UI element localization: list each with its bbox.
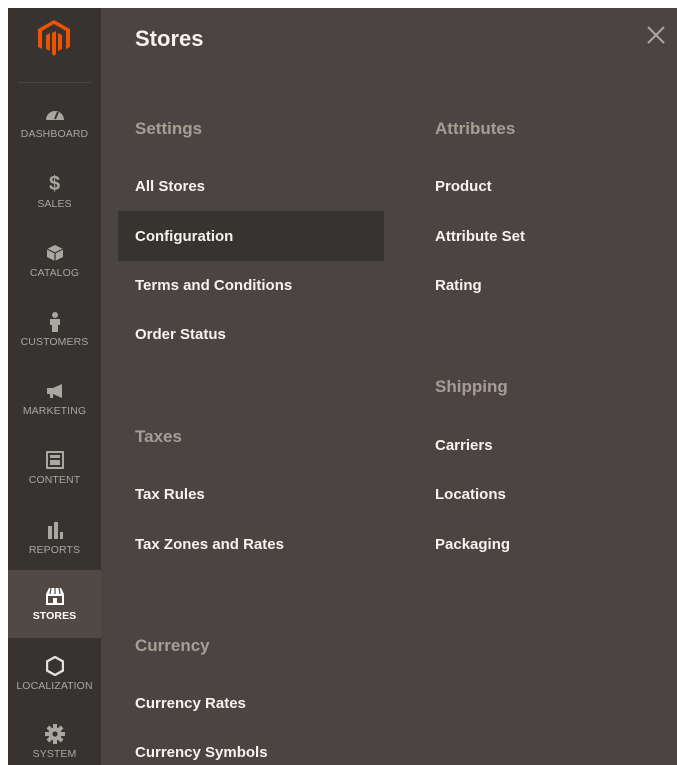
dashboard-icon: [44, 103, 66, 125]
menu-link-product[interactable]: Product: [435, 178, 492, 195]
section-title-attributes: Attributes: [435, 119, 516, 138]
box-icon: [44, 242, 66, 264]
nav-item-reports[interactable]: REPORTS: [8, 504, 101, 572]
nav-label: CUSTOMERS: [20, 336, 89, 348]
menu-link-attribute-set[interactable]: Attribute Set: [435, 228, 525, 245]
menu-link-rating[interactable]: Rating: [435, 277, 482, 294]
menu-link-carriers[interactable]: Carriers: [435, 437, 493, 454]
section-title-currency: Currency: [135, 636, 210, 655]
section-title-shipping: Shipping: [435, 377, 508, 396]
nav-item-customers[interactable]: CUSTOMERS: [8, 296, 101, 364]
magento-logo-icon[interactable]: [32, 16, 76, 60]
nav-item-sales[interactable]: $ SALES: [8, 158, 101, 226]
nav-item-marketing[interactable]: MARKETING: [8, 365, 101, 433]
gear-icon: [44, 723, 66, 745]
nav-item-content[interactable]: CONTENT: [8, 434, 101, 502]
menu-link-tax-rules[interactable]: Tax Rules: [135, 486, 205, 503]
panel-title: Stores: [135, 26, 204, 51]
nav-label: CATALOG: [29, 267, 80, 279]
menu-link-terms-and-conditions[interactable]: Terms and Conditions: [135, 277, 292, 294]
person-icon: [44, 311, 66, 333]
hexagon-icon: [44, 655, 66, 677]
menu-link-tax-zones-and-rates[interactable]: Tax Zones and Rates: [135, 536, 284, 553]
menu-link-currency-rates[interactable]: Currency Rates: [135, 695, 246, 712]
logo-divider: [18, 82, 91, 83]
nav-item-catalog[interactable]: CATALOG: [8, 227, 101, 295]
nav-label: STORES: [32, 610, 77, 622]
megaphone-icon: [44, 380, 66, 402]
storefront-icon: [44, 585, 66, 607]
nav-item-system[interactable]: SYSTEM: [8, 708, 101, 765]
menu-link-all-stores[interactable]: All Stores: [135, 178, 205, 195]
nav-label: MARKETING: [22, 405, 87, 417]
nav-item-stores[interactable]: STORES: [8, 570, 101, 638]
admin-sidebar: DASHBOARD $ SALES CATALOG CUSTOMERS MARK…: [8, 8, 101, 765]
nav-item-dashboard[interactable]: DASHBOARD: [8, 88, 101, 156]
nav-label: LOCALIZATION: [16, 680, 93, 692]
menu-link-packaging[interactable]: Packaging: [435, 536, 510, 553]
menu-link-currency-symbols[interactable]: Currency Symbols: [135, 744, 268, 761]
nav-label: SYSTEM: [32, 748, 77, 760]
nav-label: REPORTS: [28, 544, 81, 556]
close-icon[interactable]: [643, 22, 669, 48]
menu-link-configuration[interactable]: Configuration: [118, 211, 384, 261]
section-title-taxes: Taxes: [135, 427, 182, 446]
nav-label: SALES: [37, 198, 72, 210]
nav-label: CONTENT: [28, 474, 81, 486]
bar-chart-icon: [44, 519, 66, 541]
dollar-icon: $: [48, 172, 61, 195]
menu-link-locations[interactable]: Locations: [435, 486, 506, 503]
nav-item-localization[interactable]: LOCALIZATION: [8, 640, 101, 708]
menu-link-order-status[interactable]: Order Status: [135, 326, 226, 343]
stores-flyout-panel: Stores Settings All Stores Configuration…: [101, 8, 677, 765]
admin-frame: DASHBOARD $ SALES CATALOG CUSTOMERS MARK…: [8, 8, 677, 765]
layout-icon: [44, 449, 66, 471]
nav-label: DASHBOARD: [20, 128, 89, 140]
section-title-settings: Settings: [135, 119, 203, 138]
